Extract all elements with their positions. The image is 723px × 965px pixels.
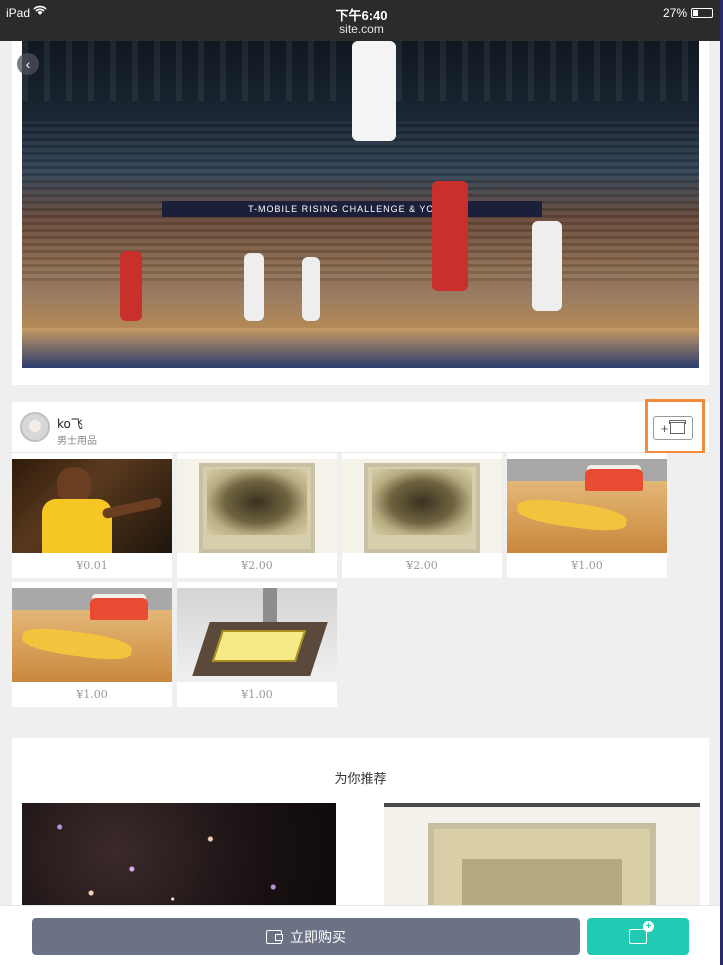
product-price: ¥1.00 <box>76 688 108 701</box>
battery-percent: 27% <box>662 6 687 20</box>
player-figure <box>244 253 264 321</box>
product-image <box>177 588 337 682</box>
product-card[interactable]: ¥1.00 <box>507 453 667 578</box>
add-to-cart-button[interactable] <box>587 918 689 955</box>
product-card[interactable]: ¥1.00 <box>177 582 337 707</box>
seller-row[interactable]: ko飞 男士用品 <box>12 402 709 453</box>
bottom-action-bar: 立即购买 <box>0 905 723 965</box>
product-card[interactable]: ¥2.00 <box>177 453 337 578</box>
chevron-left-icon: ‹ <box>25 56 31 72</box>
status-bar: iPad 下午6:40 site.com 27% <box>0 0 723 41</box>
hero-card: T-MOBILE RISING CHALLENGE & YOUTH <box>12 41 709 385</box>
url-host[interactable]: site.com <box>0 22 723 36</box>
back-button[interactable]: ‹ <box>17 53 39 75</box>
product-card[interactable]: ¥1.00 <box>12 582 172 707</box>
product-image <box>507 459 667 553</box>
wallet-icon <box>266 929 283 944</box>
product-price: ¥2.00 <box>406 559 438 572</box>
seller-name: ko飞 <box>57 417 83 431</box>
shop-icon <box>669 420 687 434</box>
product-price: ¥1.00 <box>571 559 603 572</box>
court-floor <box>22 328 699 368</box>
add-to-cart-icon <box>629 921 654 944</box>
product-image <box>342 459 502 553</box>
product-card[interactable]: ¥0.01 <box>12 453 172 578</box>
product-grid: ¥0.01 ¥2.00 ¥2.00 ¥1.00 ¥1.00 ¥1.00 <box>12 453 709 719</box>
product-price: ¥2.00 <box>241 559 273 572</box>
player-figure <box>532 221 562 311</box>
product-price: ¥0.01 <box>76 559 108 572</box>
arena-banner: T-MOBILE RISING CHALLENGE & YOUTH <box>162 201 542 217</box>
product-price: ¥1.00 <box>241 688 273 701</box>
buy-now-button[interactable]: 立即购买 <box>32 918 580 955</box>
player-figure <box>120 251 142 321</box>
recommend-title: 为你推荐 <box>334 772 387 787</box>
follow-plus: + <box>660 420 669 436</box>
product-image <box>12 588 172 682</box>
battery-icon <box>691 8 713 18</box>
player-figure <box>432 181 468 291</box>
hero-image[interactable]: T-MOBILE RISING CHALLENGE & YOUTH <box>22 41 699 368</box>
buy-now-label: 立即购买 <box>290 929 346 946</box>
product-card[interactable]: ¥2.00 <box>342 453 502 578</box>
follow-shop-button[interactable]: + <box>653 416 693 440</box>
player-figure <box>352 41 396 141</box>
battery-indicator: 27% <box>663 6 713 20</box>
product-image <box>12 459 172 553</box>
avatar[interactable] <box>20 412 50 442</box>
product-image <box>177 459 337 553</box>
seller-category: 男士用品 <box>57 436 97 447</box>
player-figure <box>302 257 320 321</box>
